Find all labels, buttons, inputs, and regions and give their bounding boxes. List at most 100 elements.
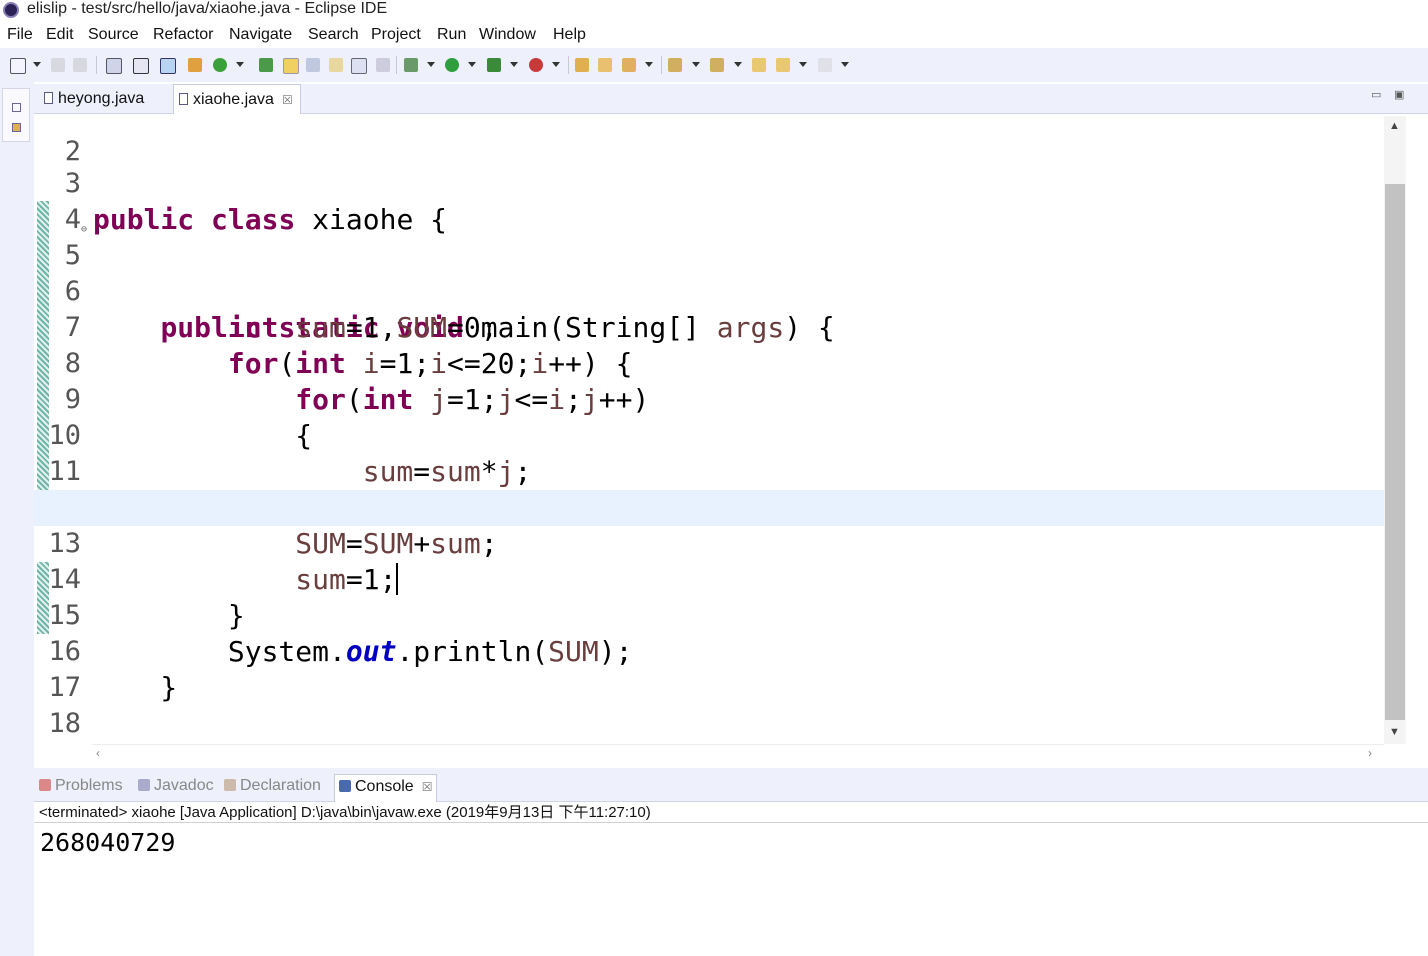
forward-dropdown-icon[interactable] bbox=[841, 62, 849, 67]
minimized-views bbox=[2, 88, 30, 142]
open-folder-icon[interactable] bbox=[575, 58, 589, 72]
code-line: 10 sum=sum*j; bbox=[34, 382, 1384, 488]
forward-icon[interactable] bbox=[818, 58, 832, 72]
binary-icon[interactable] bbox=[106, 58, 122, 74]
open-task-icon[interactable] bbox=[598, 58, 612, 72]
editor-tab-bar: heyong.java xiaohe.java ☒ ▭ ▣ bbox=[34, 84, 1428, 114]
menu-edit[interactable]: Edit bbox=[46, 25, 74, 45]
tab-label: Problems bbox=[55, 777, 123, 794]
toolbar-separator bbox=[396, 56, 397, 74]
back-dropdown-icon[interactable] bbox=[799, 62, 807, 67]
menu-help[interactable]: Help bbox=[553, 25, 586, 45]
console-icon bbox=[339, 780, 351, 792]
scroll-up-icon[interactable]: ▲ bbox=[1389, 120, 1400, 132]
open-type-icon[interactable] bbox=[259, 58, 273, 72]
coverage-dropdown-icon[interactable] bbox=[510, 62, 518, 67]
console-output[interactable]: 268040729 bbox=[40, 828, 175, 858]
menu-file[interactable]: File bbox=[7, 25, 33, 45]
toolbar-separator bbox=[568, 56, 569, 74]
code-line: 4 bbox=[34, 166, 1384, 235]
menu-refactor[interactable]: Refactor bbox=[153, 25, 213, 45]
close-icon[interactable]: ☒ bbox=[422, 780, 433, 794]
current-code-line: 13 sum=1; bbox=[34, 490, 1384, 596]
tab-console[interactable]: Console ☒ bbox=[334, 774, 438, 802]
new-dropdown-icon[interactable] bbox=[33, 62, 41, 67]
external-tools-icon[interactable] bbox=[529, 58, 543, 72]
new-icon[interactable] bbox=[10, 58, 26, 74]
run-dropdown-icon[interactable] bbox=[468, 62, 476, 67]
scroll-left-icon[interactable]: ‹ bbox=[96, 746, 100, 760]
tab-label: heyong.java bbox=[58, 90, 145, 107]
code-line: 6 int sum=1,SUM=0; bbox=[34, 238, 1384, 344]
maximize-icon[interactable]: ▣ bbox=[1394, 88, 1404, 101]
menu-source[interactable]: Source bbox=[88, 25, 139, 45]
menu-window[interactable]: Window bbox=[479, 25, 536, 45]
console-view: Problems Javadoc Declaration Console ☒ <t… bbox=[34, 768, 1428, 956]
java-file-icon bbox=[44, 92, 53, 104]
run-icon[interactable] bbox=[445, 58, 459, 72]
tab-xiaohe-java[interactable]: xiaohe.java ☒ bbox=[173, 84, 301, 114]
code-line: 14 } bbox=[34, 526, 1384, 632]
menu-run[interactable]: Run bbox=[437, 25, 466, 45]
back-icon[interactable] bbox=[776, 58, 790, 72]
code-line: 11 } bbox=[34, 418, 1384, 524]
last-edit-location-icon[interactable] bbox=[752, 58, 766, 72]
highlight-icon[interactable] bbox=[283, 58, 299, 74]
tab-javadoc[interactable]: Javadoc bbox=[138, 777, 214, 795]
tab-declaration[interactable]: Declaration bbox=[224, 777, 321, 795]
coverage-icon[interactable] bbox=[487, 58, 501, 72]
next-annotation-icon[interactable] bbox=[306, 58, 320, 72]
package-icon[interactable] bbox=[188, 58, 202, 72]
search-dropdown-icon[interactable] bbox=[645, 62, 653, 67]
restore-icon[interactable] bbox=[12, 103, 21, 112]
refresh-dropdown-icon[interactable] bbox=[236, 62, 244, 67]
main-toolbar bbox=[0, 48, 1428, 82]
tab-label: Console bbox=[355, 778, 414, 795]
external-tools-dropdown-icon[interactable] bbox=[552, 62, 560, 67]
tab-problems[interactable]: Problems bbox=[39, 777, 123, 795]
code-line: 7 for(int i=1;i<=20;i++) { bbox=[34, 274, 1384, 380]
editor-area: heyong.java xiaohe.java ☒ ▭ ▣ 2 3 public … bbox=[34, 84, 1428, 766]
menu-project[interactable]: Project bbox=[371, 25, 421, 45]
eclipse-logo-icon bbox=[3, 2, 19, 18]
tab-label: Javadoc bbox=[154, 777, 214, 794]
code-line: 15 System.out.println(SUM); bbox=[34, 562, 1384, 668]
block-selection-icon[interactable] bbox=[329, 58, 343, 72]
code-line: 12 SUM=SUM+sum; bbox=[34, 454, 1384, 560]
tab-heyong-java[interactable]: heyong.java bbox=[36, 84, 172, 114]
javadoc-icon bbox=[138, 779, 150, 791]
declaration-icon bbox=[224, 779, 236, 791]
show-whitespace-icon[interactable] bbox=[351, 58, 367, 74]
next-edit-dropdown-icon[interactable] bbox=[692, 62, 700, 67]
code-line: 19 bbox=[34, 706, 1384, 742]
minimize-icon[interactable]: ▭ bbox=[1371, 88, 1381, 101]
previous-edit-dropdown-icon[interactable] bbox=[734, 62, 742, 67]
line-number: 19 bbox=[34, 742, 81, 744]
next-edit-icon[interactable] bbox=[668, 58, 682, 72]
tab-label: xiaohe.java bbox=[193, 91, 274, 108]
toggle-mark-icon[interactable] bbox=[160, 58, 176, 74]
code-editor[interactable]: 2 3 public class xiaohe { 4 5 ⊖ public s… bbox=[34, 116, 1384, 744]
search-tool-icon[interactable] bbox=[622, 58, 636, 72]
scroll-right-icon[interactable]: › bbox=[1368, 746, 1372, 760]
refresh-icon[interactable] bbox=[213, 58, 227, 72]
save-all-icon[interactable] bbox=[73, 58, 87, 72]
previous-edit-icon[interactable] bbox=[710, 58, 724, 72]
editor-vertical-scrollbar[interactable]: ▲ ▼ bbox=[1384, 116, 1406, 744]
terminal-icon[interactable] bbox=[133, 58, 149, 74]
menu-search[interactable]: Search bbox=[308, 25, 359, 45]
scroll-down-icon[interactable]: ▼ bbox=[1389, 726, 1400, 738]
save-icon[interactable] bbox=[51, 58, 65, 72]
problems-icon bbox=[39, 779, 51, 791]
debug-icon[interactable] bbox=[404, 58, 418, 72]
package-explorer-icon[interactable] bbox=[12, 123, 21, 132]
editor-horizontal-scrollbar[interactable]: ‹ › bbox=[92, 744, 1384, 763]
menu-bar: File Edit Source Refactor Navigate Searc… bbox=[0, 22, 1428, 46]
close-icon[interactable]: ☒ bbox=[282, 85, 293, 115]
code-line: 18 } bbox=[34, 670, 1384, 744]
code-line: 5 ⊖ public static void main(String[] arg… bbox=[34, 202, 1384, 344]
menu-navigate[interactable]: Navigate bbox=[229, 25, 292, 45]
debug-dropdown-icon[interactable] bbox=[427, 62, 435, 67]
paragraph-icon[interactable] bbox=[376, 58, 390, 72]
scrollbar-thumb[interactable] bbox=[1385, 184, 1405, 720]
